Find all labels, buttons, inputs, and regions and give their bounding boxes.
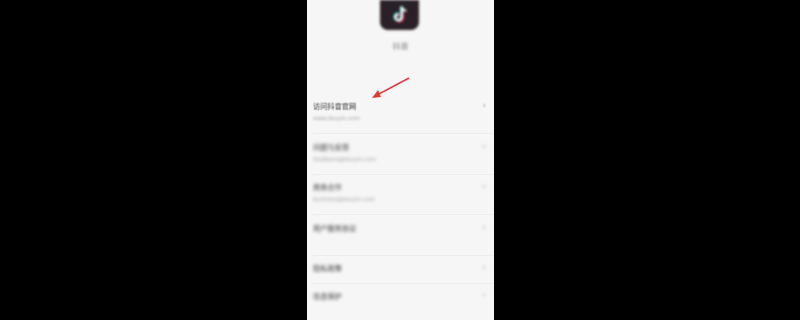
- divider: [313, 174, 494, 175]
- phone-screen: 抖音 访问抖音官网 www.douyin.com › 问题与反馈 feedbac…: [307, 0, 494, 320]
- menu-item-title: 隐私政策: [313, 264, 342, 273]
- menu-item-title: 信息保护: [313, 292, 342, 301]
- menu-item-title: 访问抖音官网: [313, 102, 357, 111]
- app-name: 抖音: [392, 42, 409, 51]
- menu-item-title: 商务合作: [313, 183, 342, 192]
- divider: [313, 283, 494, 284]
- menu-item-info-protection[interactable]: 信息保护 ›: [307, 292, 494, 320]
- menu-item-terms[interactable]: 用户服务协议 ›: [307, 224, 494, 258]
- chevron-right-icon: ›: [482, 182, 486, 192]
- menu-item-title: 用户服务协议: [313, 224, 357, 233]
- app-logo: [380, 0, 419, 30]
- chevron-right-icon: ›: [482, 101, 486, 111]
- tiktok-note-icon: [393, 6, 406, 23]
- chevron-right-icon: ›: [482, 142, 486, 152]
- menu-item-subtitle: www.douyin.com: [313, 116, 360, 122]
- chevron-right-icon: ›: [482, 291, 486, 301]
- menu-item-title: 问题与反馈: [313, 143, 349, 152]
- divider: [313, 214, 494, 215]
- chevron-right-icon: ›: [482, 263, 486, 273]
- menu-item-business[interactable]: 商务合作 business@douyin.com ›: [307, 183, 494, 217]
- menu-item-subtitle: feedback@douyin.com: [313, 157, 376, 163]
- menu-item-visit-website[interactable]: 访问抖音官网 www.douyin.com ›: [307, 102, 494, 136]
- menu-item-feedback[interactable]: 问题与反馈 feedback@douyin.com ›: [307, 143, 494, 177]
- divider: [313, 133, 494, 134]
- chevron-right-icon: ›: [482, 223, 486, 233]
- divider: [313, 255, 494, 256]
- menu-item-subtitle: business@douyin.com: [313, 197, 375, 203]
